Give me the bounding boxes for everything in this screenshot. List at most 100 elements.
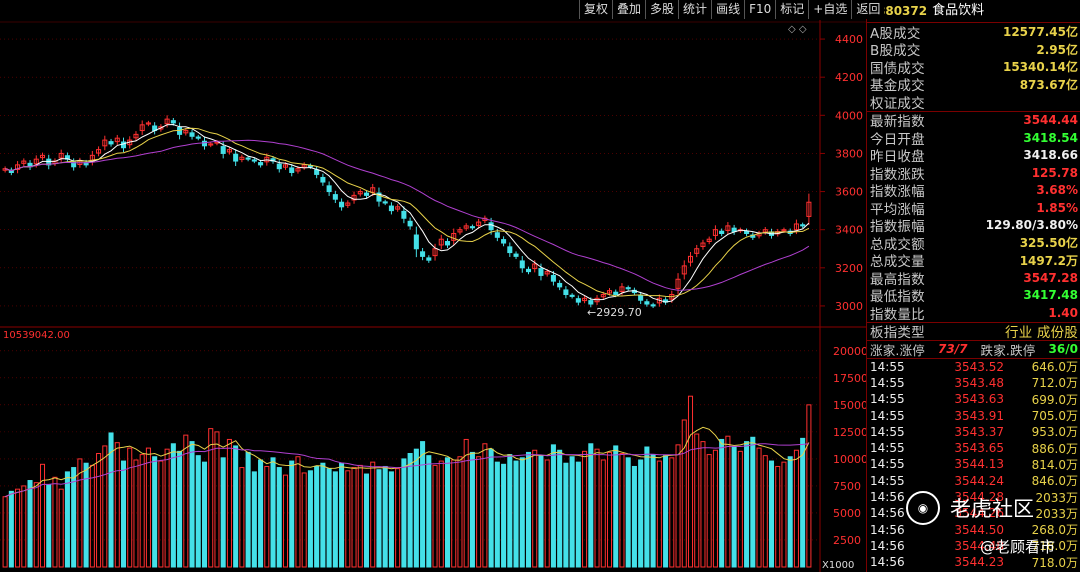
candle-body [388,205,394,212]
volume-bar [357,464,363,568]
volume-bar [768,460,775,568]
volume-bar [800,437,806,568]
turnover-value: 873.67亿 [1019,77,1078,92]
volume-bar [756,447,762,568]
toolbar-button-2[interactable]: 多股 [645,0,678,19]
down-count-value: 36/0 [1048,342,1078,356]
quote-value: 3547.28 [1023,270,1078,285]
volume-bar [706,454,712,568]
index-name: 食品饮料 [932,3,985,18]
volume-bar [320,462,326,568]
quote-value: 3418.54 [1023,130,1078,145]
volume-bar [469,451,475,568]
tick-price: 3543.63 [954,392,1004,407]
volume-bar [164,448,170,568]
quote-row: 总成交量 1497.2万 [867,252,1080,271]
volume-bar [307,470,313,568]
tick-time: 14:55 [870,424,905,439]
quote-list: 最新指数 3544.44 今日开盘 3418.54 昨日收盘 3418.66 指数涨跌 125… [867,110,1080,323]
volume-bar [33,482,39,568]
volume-bar [681,419,687,568]
candle-body [195,136,201,139]
kline-chart-area[interactable]: 4400 4200 4000 3800 3600 3400 3200 3000 20000 175… [0,0,866,572]
candle-body [426,257,432,261]
candle-body [507,246,513,254]
volume-bar [363,473,370,568]
volume-bar [463,438,469,568]
quote-label: 指数量比 [870,306,925,323]
toolbar-button-0[interactable]: 复权 [579,0,612,19]
candle-body [550,274,556,282]
volume-bar [700,441,706,568]
quote-value: 3417.48 [1023,288,1078,303]
candle-body [650,304,656,307]
toolbar-button-4[interactable]: 画线 [711,0,744,19]
diamond-icon: ◇ ◇ [788,24,807,35]
candle-body [744,230,750,234]
candle-body [108,141,114,145]
candle-body [800,224,806,227]
up-count-value: 73/7 [938,342,968,356]
volume-bar [314,465,320,568]
price-axis-label: 3000 [835,300,863,313]
candle-body [644,301,650,305]
price-axis-label: 3400 [835,224,863,237]
volume-bar [507,454,513,568]
toolbar-button-1[interactable]: 叠加 [612,0,645,19]
volume-bar [432,464,438,568]
tick-row: 14:55 3543.91 705.0万 [867,407,1080,424]
panel-header: 880372 食品饮料 [867,0,1080,23]
toolbar-button-8[interactable]: 返回 [851,0,884,19]
volume-bar [731,446,737,568]
volume-bar [295,456,301,568]
watermark-brand: 老虎社区 [950,497,1034,521]
volume-bar [438,460,444,568]
volume-bar [519,457,525,568]
tick-time: 14:56 [870,538,905,553]
volume-bar [644,446,650,568]
volume-bar [775,465,781,568]
volume-bar [476,456,482,568]
volume-bar [96,453,102,568]
volume-bar [413,448,419,568]
toolbar-button-7[interactable]: +自选 [808,0,851,19]
turnover-value: 15340.14亿 [1002,60,1078,75]
volume-bar [606,451,613,568]
volume-axis-label: 2500 [833,534,861,547]
volume-bar [139,454,145,568]
toolbar-button-5[interactable]: F10 [744,0,775,19]
candle-body [588,300,594,305]
volume-bar [77,458,83,568]
volume-bar [650,454,656,568]
volume-bar [712,449,718,568]
volume-bar [195,455,201,568]
turnover-label: 权证成交 [870,95,925,112]
volume-bar [170,443,176,568]
volume-bar [426,455,432,568]
candle-body [326,185,332,193]
toolbar-button-3[interactable]: 统计 [678,0,711,19]
tick-volume: 699.0万 [1031,392,1078,407]
quote-row: 总成交额 325.50亿 [867,234,1080,253]
quote-row: 平均涨幅 1.85% [867,199,1080,218]
candle-body [538,268,544,276]
toolbar-button-6[interactable]: 标记 [775,0,808,19]
volume-bar [725,435,731,568]
volume-bar [532,449,538,568]
volume-bar [370,461,376,568]
volume-bar [737,450,743,568]
category-value: 行业 成份股 [1005,325,1078,341]
kline-chart[interactable]: 4400 4200 4000 3800 3600 3400 3200 3000 20000 175… [0,0,866,572]
volume-bar [282,474,289,568]
volume-bar [557,449,563,568]
price-ma5-line [4,123,810,303]
turnover-list: A股成交 12577.45亿 B股成交 2.95亿 国债成交 15340.14亿 基金成交 8… [867,23,1080,112]
quote-value: 325.50亿 [1019,236,1078,251]
volume-bar [332,471,338,568]
quote-row: 最高指数 3547.28 [867,269,1080,288]
volume-bar [675,444,681,568]
volume-bar [550,444,556,568]
tick-row: 14:55 3543.48 712.0万 [867,375,1080,391]
tick-volume: 712.0万 [1031,376,1078,391]
turnover-row: 国债成交 15340.14亿 [867,58,1080,77]
